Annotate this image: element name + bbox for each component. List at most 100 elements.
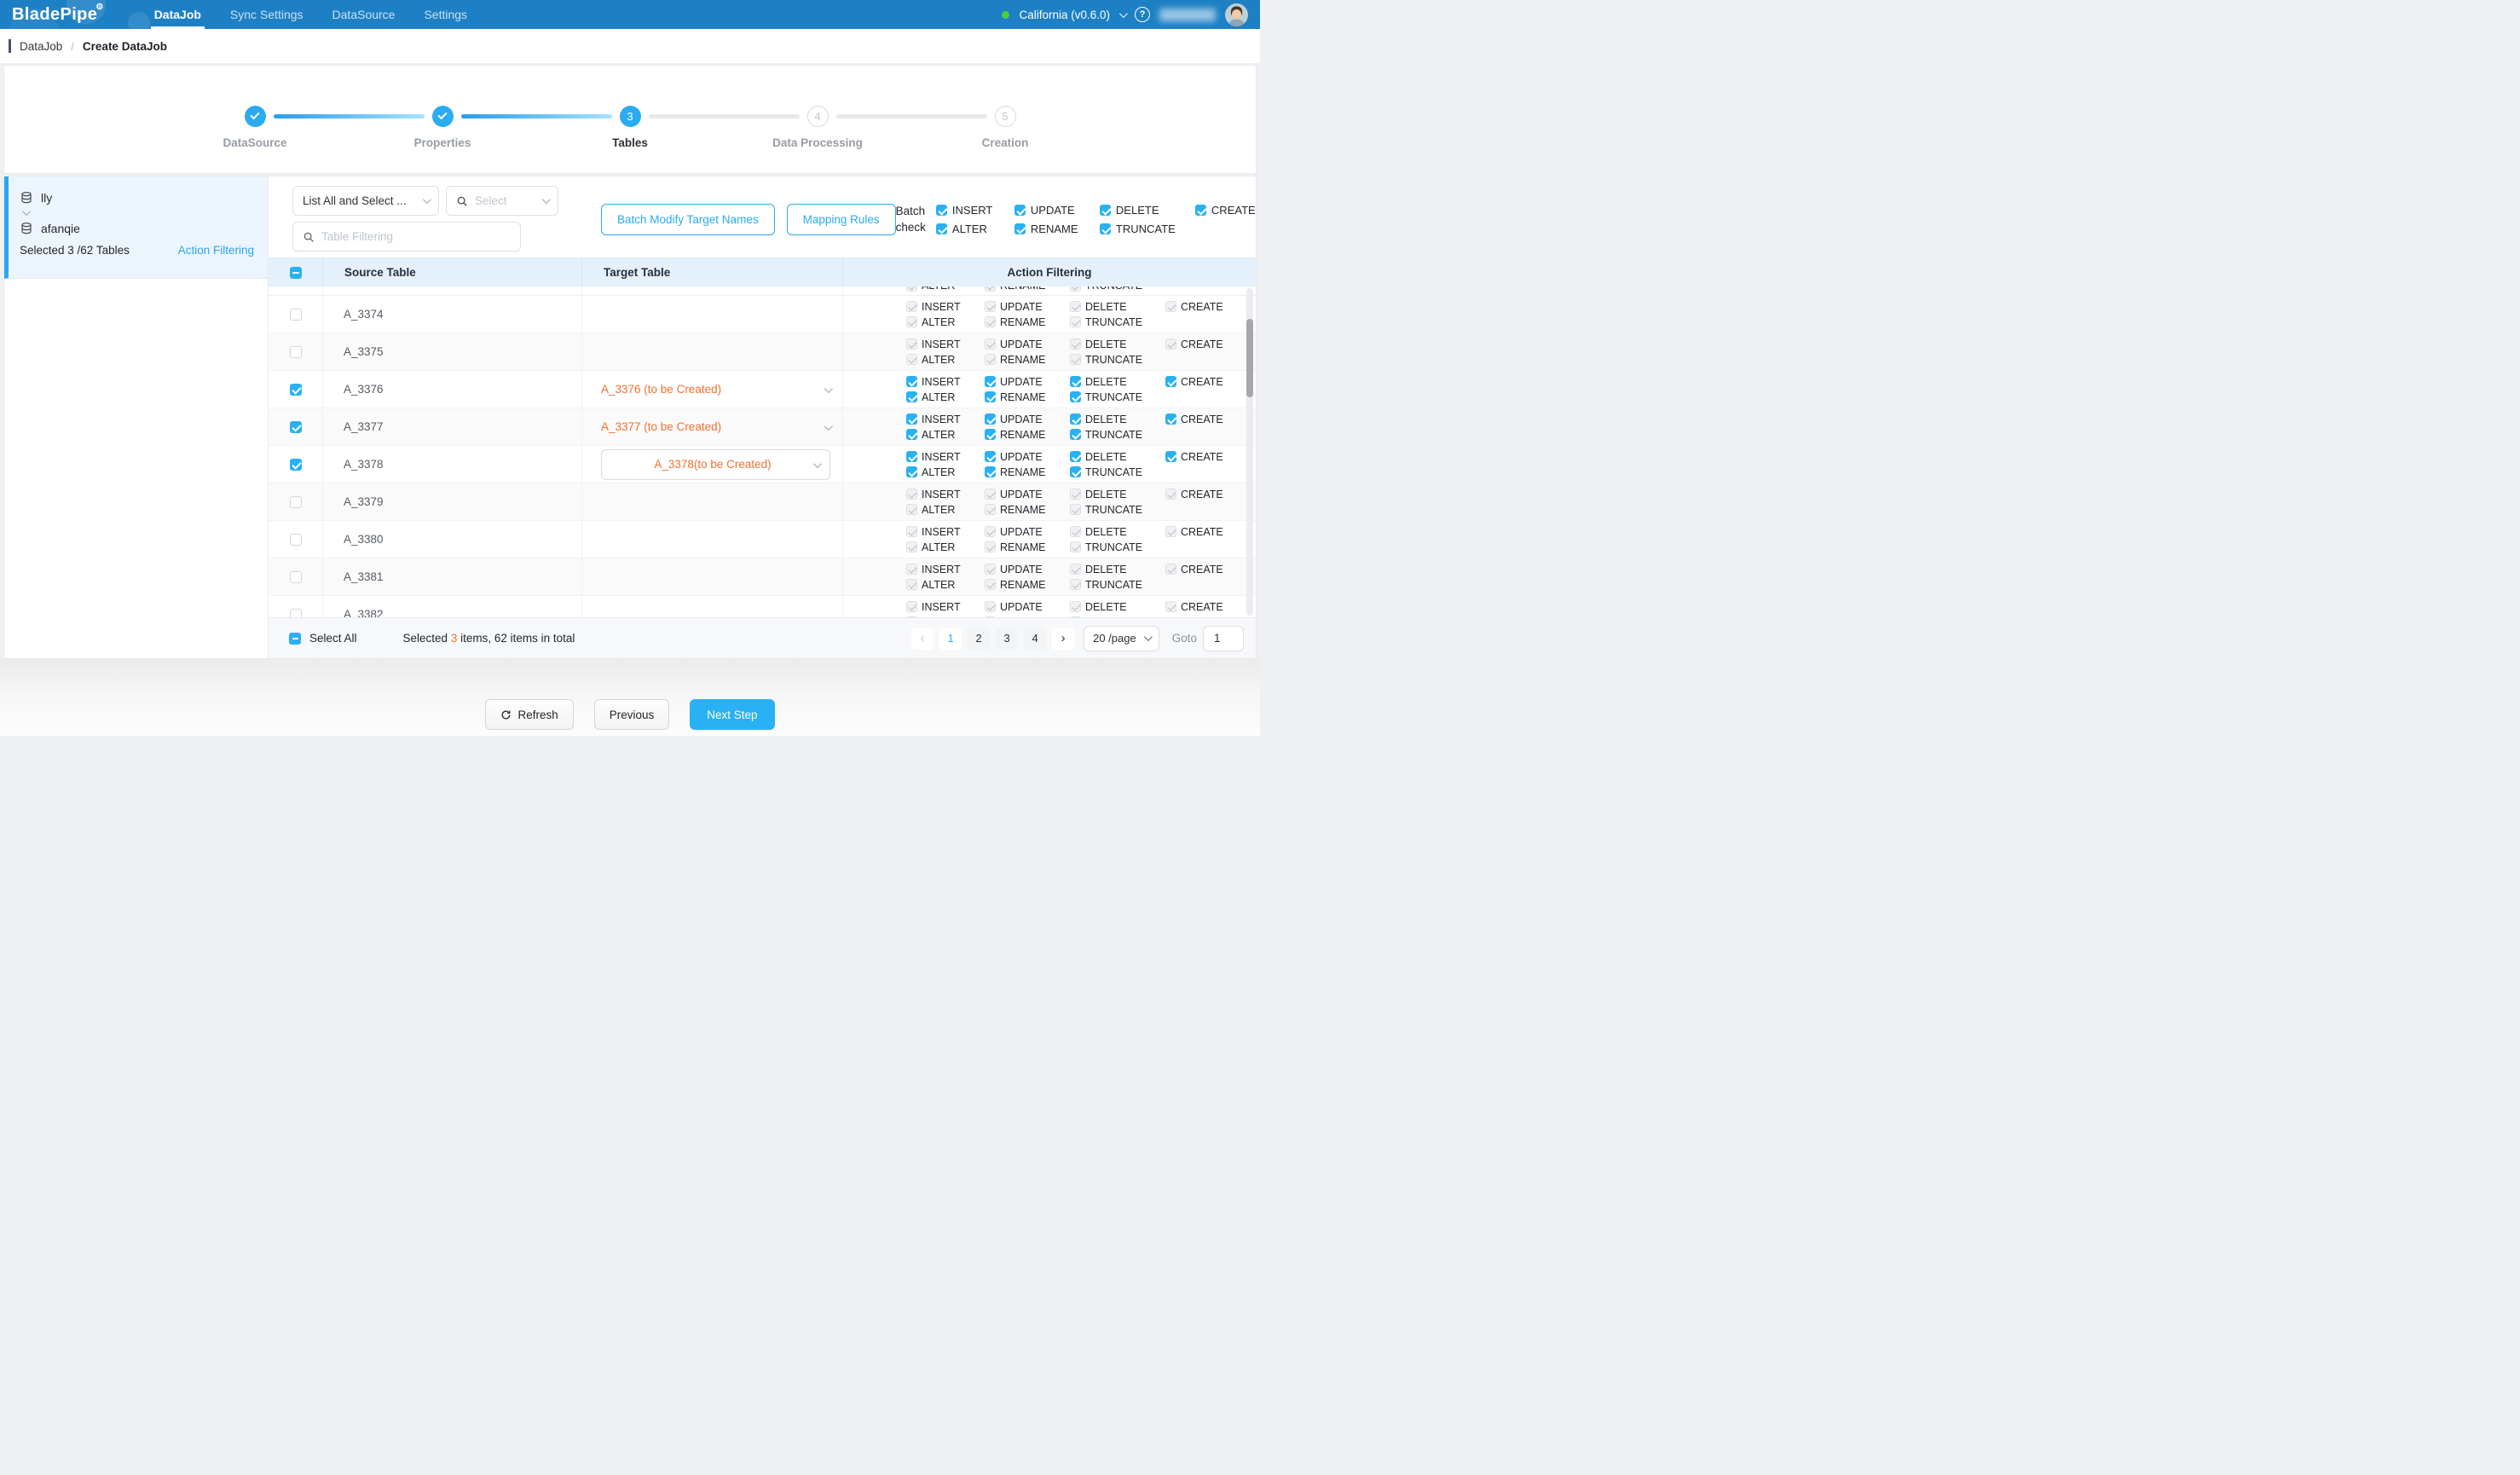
avatar[interactable] [1225,3,1248,26]
toolbar-filters: List All and Select ... Select [292,186,558,257]
row-action-insert[interactable] [906,451,917,462]
mapping-rules-button[interactable]: Mapping Rules [787,204,896,235]
batch-check-alter[interactable] [936,223,947,234]
action-label: RENAME [1000,429,1045,441]
row-action-create[interactable] [1165,451,1176,462]
row-action-update[interactable] [985,451,996,462]
list-mode-select[interactable]: List All and Select ... [292,186,439,216]
action-check-delete: DELETE [1070,601,1165,613]
table-row: A_3376A_3376 (to be Created)INSERTUPDATE… [269,371,1256,408]
action-label: CREATE [1181,601,1223,613]
row-action-update [985,338,996,350]
row-checkbox-cell [269,371,323,408]
nav-tab-datajob[interactable]: DataJob [140,0,216,29]
row-action-truncate[interactable] [1070,391,1081,402]
help-icon[interactable]: ? [1135,7,1150,22]
target-table-select[interactable]: A_3378(to be Created) [601,449,830,480]
action-check-create: CREATE [1165,526,1237,538]
pagination-prev-button[interactable]: ‹ [911,628,933,650]
chevron-down-icon [22,207,31,216]
row-select-checkbox[interactable] [290,384,302,396]
scrollbar-thumb[interactable] [1246,319,1253,397]
region-selector[interactable]: California (v0.6.0) [1019,9,1110,21]
row-action-delete[interactable] [1070,376,1081,387]
action-label: CREATE [1181,451,1223,463]
action-check-delete: DELETE [1070,489,1165,500]
row-select-checkbox[interactable] [290,346,302,358]
row-action-update[interactable] [985,414,996,425]
pagination-next-button[interactable]: › [1052,628,1074,650]
row-select-checkbox[interactable] [290,571,302,583]
row-action-delete[interactable] [1070,414,1081,425]
pagination-page-2[interactable]: 2 [968,628,990,650]
header-select-all-checkbox[interactable] [290,267,302,279]
action-check-truncate: TRUNCATE [1070,391,1165,403]
row-action-rename[interactable] [985,391,996,402]
action-label: UPDATE [1000,376,1043,388]
previous-button[interactable]: Previous [594,699,670,730]
row-action-insert[interactable] [906,376,917,387]
row-select-checkbox[interactable] [290,309,302,321]
row-action-update[interactable] [985,376,996,387]
batch-check-insert[interactable] [936,205,947,216]
nav-tab-datasource[interactable]: DataSource [318,0,410,29]
action-label: UPDATE [1000,526,1043,538]
nav-tab-sync-settings[interactable]: Sync Settings [216,0,318,29]
table-filter-input[interactable] [321,230,511,243]
source-db-row: lly [20,188,256,206]
chevron-down-icon [1144,633,1153,641]
row-action-alter[interactable] [906,429,917,440]
batch-check-rename[interactable] [1014,223,1026,234]
sidebar-datasource-item[interactable]: lly afanqie Selected 3 /62 Tables Action… [4,176,268,279]
chevron-down-icon[interactable] [824,382,830,397]
action-filtering-link[interactable]: Action Filtering [178,244,254,257]
action-check-delete: DELETE [1070,414,1165,425]
action-label: TRUNCATE [1085,504,1142,516]
nav-tab-settings[interactable]: Settings [409,0,482,29]
table-filter-search[interactable] [292,222,521,252]
batch-modify-target-names-button[interactable]: Batch Modify Target Names [601,204,775,235]
row-select-checkbox[interactable] [290,496,302,508]
breadcrumb-parent[interactable]: DataJob [20,40,62,53]
row-select-checkbox[interactable] [290,534,302,546]
action-label: TRUNCATE [1085,579,1142,591]
page-size-select[interactable]: 20 /page [1084,626,1159,651]
row-action-truncate[interactable] [1070,466,1081,477]
row-action-create[interactable] [1165,376,1176,387]
target-cell [582,483,843,520]
row-action-truncate[interactable] [1070,429,1081,440]
row-action-delete[interactable] [1070,451,1081,462]
selected-summary: Selected 3 /62 Tables [20,244,130,257]
brand-logo[interactable]: BladePipe⚙ [12,5,102,25]
row-action-insert[interactable] [906,414,917,425]
table-select[interactable]: Select [446,186,558,216]
row-select-checkbox[interactable] [290,459,302,471]
row-select-checkbox[interactable] [290,421,302,433]
chevron-down-icon[interactable] [1119,9,1128,18]
row-action-rename[interactable] [985,466,996,477]
pagination-page-4[interactable]: 4 [1024,628,1046,650]
actions-cell: INSERTUPDATEDELETECREATEALTERRENAMETRUNC… [843,446,1256,483]
row-action-create[interactable] [1165,414,1176,425]
action-label: UPDATE [1000,564,1043,576]
selection-summary: Selected 3 items, 62 items in total [403,632,575,645]
refresh-button[interactable]: Refresh [485,699,573,730]
next-step-button[interactable]: Next Step [690,699,774,730]
row-checkbox-cell [269,408,323,445]
batch-check-update[interactable] [1014,205,1026,216]
pagination-page-3[interactable]: 3 [996,628,1018,650]
row-action-alter[interactable] [906,391,917,402]
row-action-alter[interactable] [906,466,917,477]
row-select-checkbox[interactable] [290,609,302,618]
row-action-rename[interactable] [985,429,996,440]
step-label: DataSource [223,136,286,149]
batch-check-delete[interactable] [1100,205,1111,216]
action-label: RENAME [1000,286,1045,292]
batch-check-truncate[interactable] [1100,223,1111,234]
goto-page-input[interactable] [1203,626,1244,651]
footer-select-all-checkbox[interactable] [289,633,301,645]
batch-check-create[interactable] [1195,205,1206,216]
chevron-down-icon[interactable] [824,419,830,435]
pagination-page-1[interactable]: 1 [939,628,962,650]
action-label: DELETE [1085,451,1127,463]
